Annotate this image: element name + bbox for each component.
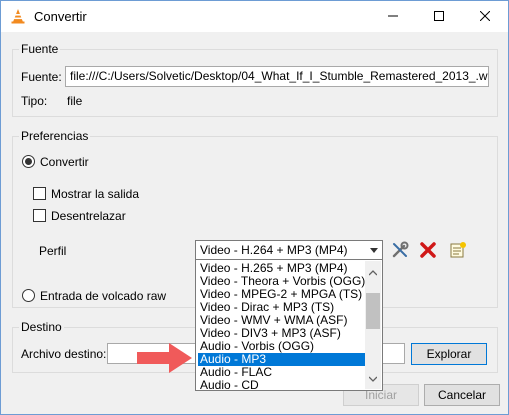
show-output-checkbox[interactable] bbox=[33, 187, 46, 200]
destination-file-label: Archivo destino: bbox=[21, 347, 107, 361]
profile-label: Perfil bbox=[39, 244, 67, 258]
new-profile-button[interactable] bbox=[447, 240, 469, 262]
delete-profile-button[interactable] bbox=[417, 240, 439, 262]
convert-radio[interactable] bbox=[22, 155, 35, 168]
deinterlace-label: Desentrelazar bbox=[51, 209, 126, 223]
vlc-cone-icon bbox=[10, 8, 26, 24]
convert-label: Convertir bbox=[40, 155, 89, 169]
scroll-down-icon[interactable] bbox=[368, 371, 378, 385]
source-type-label: Tipo: bbox=[21, 94, 48, 108]
browse-button[interactable]: Explorar bbox=[411, 343, 487, 365]
dropdown-scrollbar[interactable] bbox=[365, 261, 381, 389]
dump-raw-label: Entrada de volcado raw bbox=[40, 289, 167, 303]
maximize-button[interactable] bbox=[416, 1, 462, 32]
source-type-value: file bbox=[67, 94, 83, 108]
minimize-icon bbox=[388, 10, 398, 24]
source-group-title: Fuente bbox=[19, 42, 61, 56]
chevron-down-icon bbox=[370, 248, 378, 253]
scrollbar-thumb[interactable] bbox=[366, 293, 380, 329]
new-document-icon bbox=[449, 241, 467, 262]
dump-raw-radio[interactable] bbox=[22, 289, 35, 302]
preferences-group-title: Preferencias bbox=[19, 129, 91, 143]
deinterlace-checkbox[interactable] bbox=[33, 209, 46, 222]
minimize-button[interactable] bbox=[370, 1, 416, 32]
profile-option[interactable]: Audio - CD bbox=[198, 379, 366, 392]
window-title: Convertir bbox=[34, 9, 87, 24]
annotation-arrow-icon bbox=[137, 341, 193, 378]
show-output-label: Mostrar la salida bbox=[51, 187, 140, 201]
profile-dropdown-list: Video - H.265 + MP3 (MP4) Video - Theora… bbox=[195, 259, 383, 392]
maximize-icon bbox=[434, 10, 444, 24]
profile-select[interactable]: Video - H.264 + MP3 (MP4) bbox=[195, 240, 383, 261]
convert-dialog: Convertir Fuente Fuente: file:///C:/User… bbox=[0, 0, 509, 415]
delete-icon bbox=[420, 241, 436, 261]
title-bar: Convertir bbox=[1, 1, 508, 32]
wrench-screwdriver-icon bbox=[391, 241, 409, 262]
edit-profile-button[interactable] bbox=[389, 240, 411, 262]
close-button[interactable] bbox=[462, 1, 508, 32]
scroll-up-icon[interactable] bbox=[368, 265, 378, 279]
source-file-label: Fuente: bbox=[21, 70, 62, 84]
profile-selected-value: Video - H.264 + MP3 (MP4) bbox=[200, 243, 348, 257]
source-file-field[interactable]: file:///C:/Users/Solvetic/Desktop/04_Wha… bbox=[65, 66, 489, 87]
cancel-button[interactable]: Cancelar bbox=[424, 384, 500, 406]
close-icon bbox=[479, 10, 491, 24]
destination-group-title: Destino bbox=[19, 320, 64, 334]
